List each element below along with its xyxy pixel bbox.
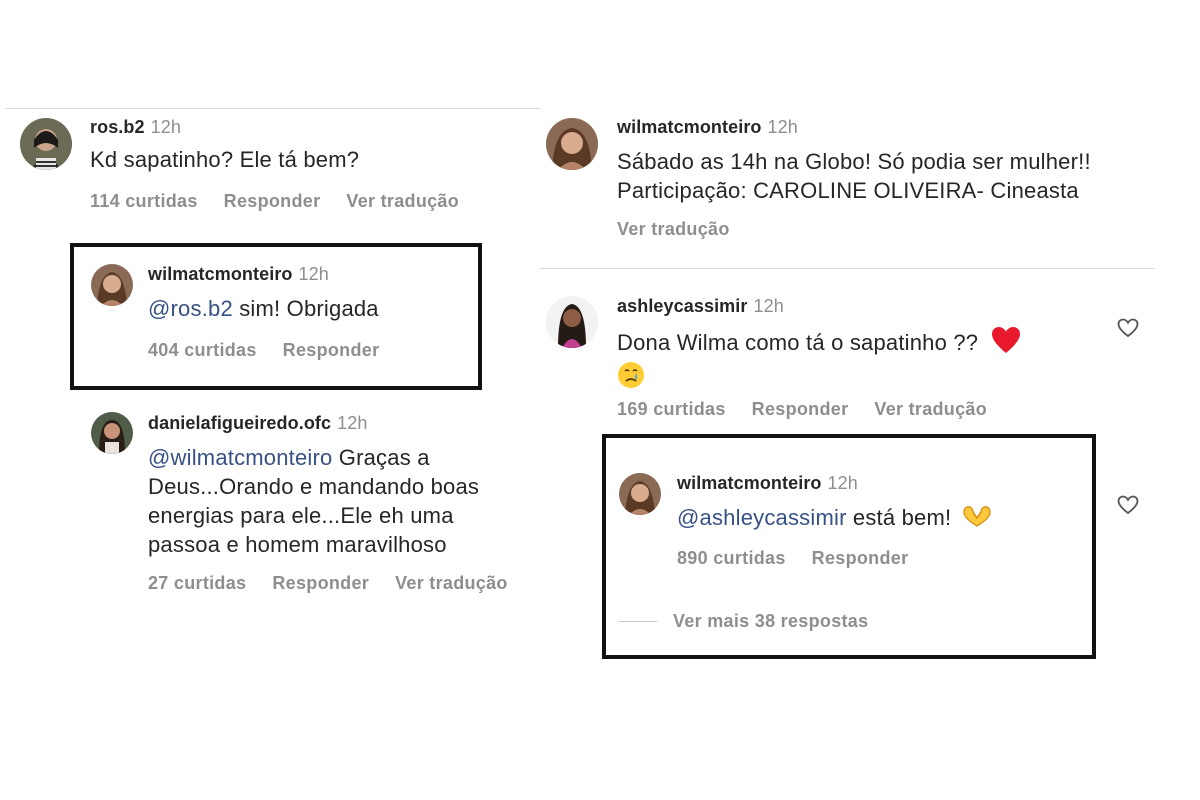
post-author[interactable]: wilmatcmonteiro 12h bbox=[617, 117, 798, 138]
mention-link[interactable]: @wilmatcmonteiro bbox=[148, 445, 332, 470]
avatar-wilmatcmonteiro[interactable] bbox=[91, 264, 133, 306]
username[interactable]: wilmatcmonteiro bbox=[617, 117, 762, 137]
reply-text: @ros.b2 sim! Obrigada bbox=[148, 294, 379, 323]
likes-count[interactable]: 890 curtidas bbox=[677, 548, 786, 568]
mention-link[interactable]: @ros.b2 bbox=[148, 296, 233, 321]
translate-button[interactable]: Ver tradução bbox=[346, 191, 459, 211]
reply-author[interactable]: wilmatcmonteiro 12h bbox=[677, 473, 858, 494]
avatar-wilmatcmonteiro[interactable] bbox=[619, 473, 661, 515]
timestamp: 12h bbox=[827, 473, 858, 493]
comment-author[interactable]: ashleycassimir 12h bbox=[617, 296, 784, 317]
comment-text: Dona Wilma como tá o sapatinho ?? bbox=[617, 326, 1021, 396]
timestamp: 12h bbox=[337, 413, 368, 433]
comment-actions: 169 curtidas Responder Ver tradução bbox=[617, 399, 1013, 420]
view-more-replies: Ver mais 38 respostas bbox=[673, 611, 894, 632]
avatar-wilmatcmonteiro[interactable] bbox=[546, 118, 598, 170]
reply-button[interactable]: Responder bbox=[283, 340, 380, 360]
reply-button[interactable]: Responder bbox=[272, 573, 369, 593]
likes-count[interactable]: 169 curtidas bbox=[617, 399, 726, 419]
comment-actions: 114 curtidas Responder Ver tradução bbox=[90, 191, 485, 212]
right-divider bbox=[540, 268, 1155, 269]
reply-actions: 404 curtidas Responder bbox=[148, 340, 405, 361]
reply-author[interactable]: wilmatcmonteiro 12h bbox=[148, 264, 329, 285]
post-caption: Sábado as 14h na Globo! Só podia ser mul… bbox=[617, 147, 1091, 205]
timestamp: 12h bbox=[150, 117, 181, 137]
timestamp: 12h bbox=[753, 296, 784, 316]
username[interactable]: wilmatcmonteiro bbox=[677, 473, 822, 493]
reply-body-line-2: Deus...Orando e mandando boas bbox=[148, 474, 480, 499]
translate-button[interactable]: Ver tradução bbox=[395, 573, 508, 593]
reply-body: sim! Obrigada bbox=[232, 296, 379, 321]
like-heart-icon[interactable] bbox=[1117, 318, 1139, 338]
reply-actions: 27 curtidas Responder Ver tradução bbox=[148, 573, 540, 594]
crying-face-emoji bbox=[617, 361, 645, 396]
username[interactable]: wilmatcmonteiro bbox=[148, 264, 293, 284]
username[interactable]: danielafigueiredo.ofc bbox=[148, 413, 331, 433]
comment-author[interactable]: ros.b2 12h bbox=[90, 117, 181, 138]
view-more-line bbox=[619, 621, 657, 622]
reply-text: @wilmatcmonteiro Graças a Deus...Orando … bbox=[148, 443, 479, 559]
translate-button[interactable]: Ver tradução bbox=[617, 219, 730, 239]
avatar-ashleycassimir[interactable] bbox=[546, 296, 598, 348]
reply-text: @ashleycassimir está bem! bbox=[677, 503, 992, 535]
left-top-divider bbox=[5, 108, 540, 109]
timestamp: 12h bbox=[767, 117, 798, 137]
like-heart-icon[interactable] bbox=[1117, 495, 1139, 515]
caption-line-2: Participação: CAROLINE OLIVEIRA- Cineast… bbox=[617, 178, 1079, 203]
red-heart-emoji bbox=[991, 326, 1021, 361]
likes-count[interactable]: 114 curtidas bbox=[90, 191, 198, 211]
reply-button[interactable]: Responder bbox=[224, 191, 321, 211]
comment-body: Dona Wilma como tá o sapatinho ?? bbox=[617, 330, 979, 355]
reply-actions: 890 curtidas Responder bbox=[677, 548, 934, 569]
username[interactable]: ashleycassimir bbox=[617, 296, 748, 316]
avatar-danielafigueiredo[interactable] bbox=[91, 412, 133, 454]
timestamp: 12h bbox=[298, 264, 329, 284]
view-more-button[interactable]: Ver mais 38 respostas bbox=[673, 611, 868, 631]
reply-body-line-3: energias para ele...Ele eh uma bbox=[148, 503, 454, 528]
heart-hands-emoji bbox=[962, 504, 992, 535]
likes-count[interactable]: 404 curtidas bbox=[148, 340, 257, 360]
reply-button[interactable]: Responder bbox=[752, 399, 849, 419]
username[interactable]: ros.b2 bbox=[90, 117, 145, 137]
reply-body: está bem! bbox=[846, 505, 952, 530]
likes-count[interactable]: 27 curtidas bbox=[148, 573, 246, 593]
reply-button[interactable]: Responder bbox=[812, 548, 909, 568]
caption-line-1: Sábado as 14h na Globo! Só podia ser mul… bbox=[617, 149, 1091, 174]
reply-body-line-4: passoa e homem maravilhoso bbox=[148, 532, 447, 557]
reply-body-line-1: Graças a bbox=[332, 445, 430, 470]
reply-author[interactable]: danielafigueiredo.ofc 12h bbox=[148, 413, 367, 434]
post-actions: Ver tradução bbox=[617, 219, 756, 240]
comment-text: Kd sapatinho? Ele tá bem? bbox=[90, 147, 360, 172]
mention-link[interactable]: @ashleycassimir bbox=[677, 505, 847, 530]
avatar-ros-b2[interactable] bbox=[20, 118, 72, 170]
translate-button[interactable]: Ver tradução bbox=[874, 399, 987, 419]
